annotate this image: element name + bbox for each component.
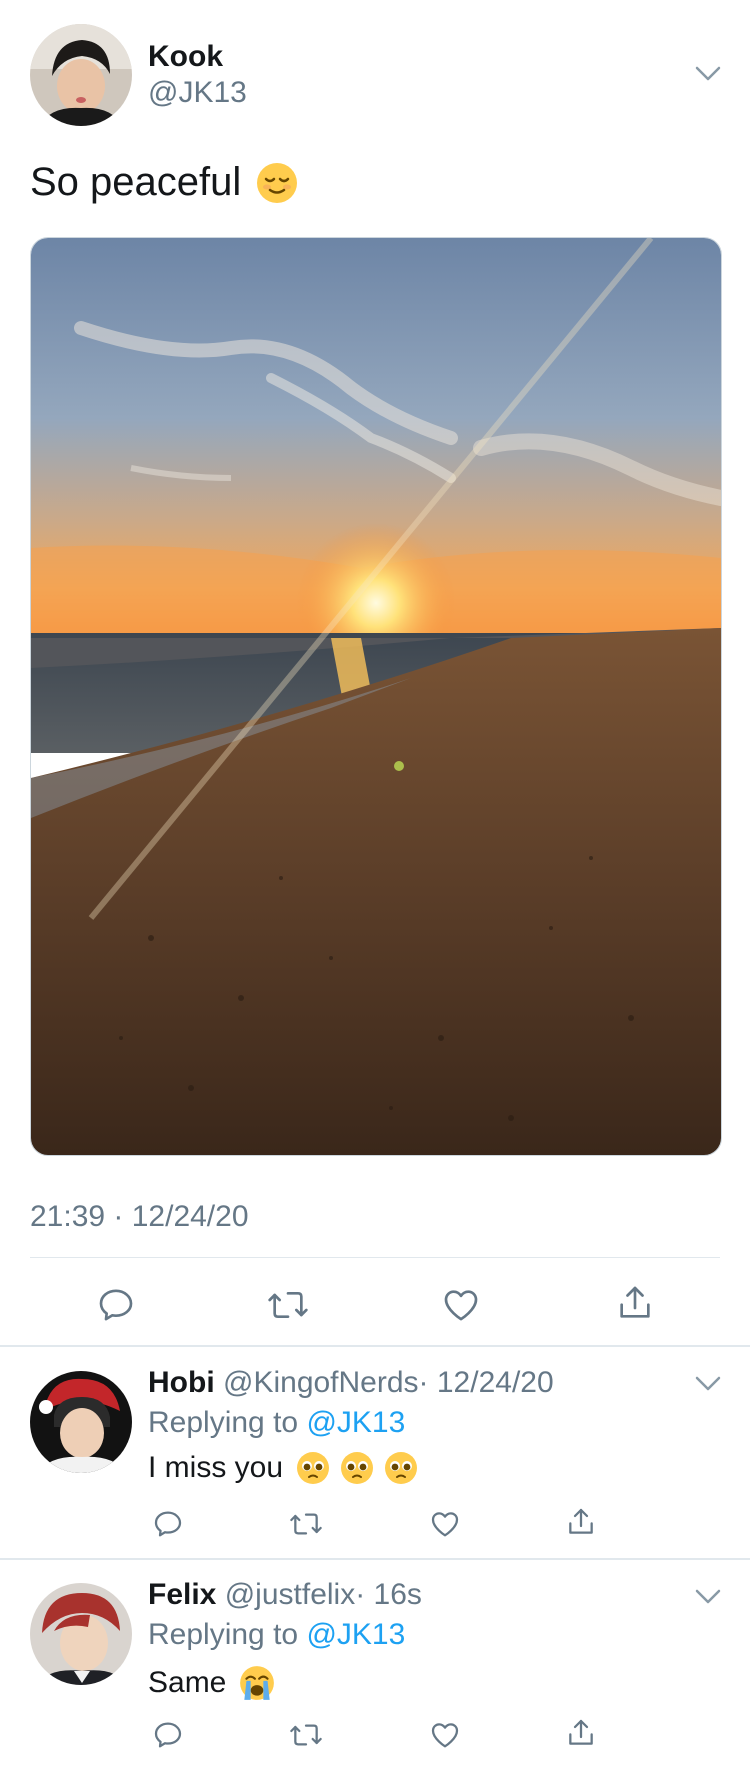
like-icon[interactable] — [439, 1283, 483, 1327]
chevron-down-icon[interactable] — [695, 1376, 721, 1392]
reply-time: · 12/24/20 — [418, 1366, 554, 1399]
reply-author-name[interactable]: Hobi — [148, 1366, 215, 1399]
chevron-down-icon[interactable] — [695, 1589, 721, 1605]
reply-text: I miss you — [148, 1450, 419, 1486]
tweet-text: So peaceful — [30, 160, 299, 205]
tweet-text-body: So peaceful — [30, 160, 242, 204]
chevron-down-icon[interactable] — [695, 66, 721, 82]
like-icon[interactable] — [427, 1506, 463, 1542]
tweet-timestamp: 21:39 · 12/24/20 — [30, 1200, 249, 1233]
replying-to: Replying to @JK13 — [148, 1406, 405, 1440]
loudly-crying-face-emoji — [238, 1664, 276, 1702]
reply-text: Same — [148, 1664, 276, 1702]
share-icon[interactable] — [563, 1504, 599, 1540]
replying-to-label: Replying to — [148, 1406, 299, 1439]
reply-text-body: Same — [148, 1666, 227, 1699]
reply-time: · 16s — [355, 1578, 422, 1611]
retweet-icon[interactable] — [266, 1283, 310, 1327]
author-handle[interactable]: @JK13 — [148, 76, 247, 110]
author-avatar[interactable] — [30, 24, 132, 126]
reply-author-handle[interactable]: @KingofNerds — [223, 1366, 419, 1399]
share-icon[interactable] — [563, 1715, 599, 1751]
reply-author-name[interactable]: Felix — [148, 1578, 216, 1611]
reply-author-handle[interactable]: @justfelix — [225, 1578, 356, 1611]
relieved-face-emoji — [255, 161, 299, 205]
main-tweet-divider — [0, 1345, 750, 1347]
like-icon[interactable] — [427, 1717, 463, 1753]
author-name[interactable]: Kook — [148, 40, 223, 74]
replying-to-link[interactable]: @JK13 — [306, 1406, 405, 1439]
replying-to-label: Replying to — [148, 1618, 299, 1651]
reply-icon[interactable] — [150, 1717, 186, 1753]
tweet-photo[interactable] — [30, 237, 722, 1156]
reply-icon[interactable] — [94, 1283, 138, 1327]
reply-divider — [0, 1558, 750, 1560]
pleading-face-emoji — [295, 1450, 419, 1486]
reply-avatar[interactable] — [30, 1583, 132, 1685]
retweet-icon[interactable] — [288, 1506, 324, 1542]
replying-to-link[interactable]: @JK13 — [306, 1618, 405, 1651]
replying-to: Replying to @JK13 — [148, 1618, 405, 1652]
retweet-icon[interactable] — [288, 1717, 324, 1753]
reply-text-body: I miss you — [148, 1451, 284, 1484]
reply-header: Hobi @KingofNerds· 12/24/20 — [148, 1366, 554, 1400]
reply-icon[interactable] — [150, 1506, 186, 1542]
reply-header: Felix @justfelix· 16s — [148, 1578, 422, 1612]
share-icon[interactable] — [613, 1281, 657, 1325]
reply-avatar[interactable] — [30, 1371, 132, 1473]
timestamp-divider — [30, 1257, 720, 1258]
